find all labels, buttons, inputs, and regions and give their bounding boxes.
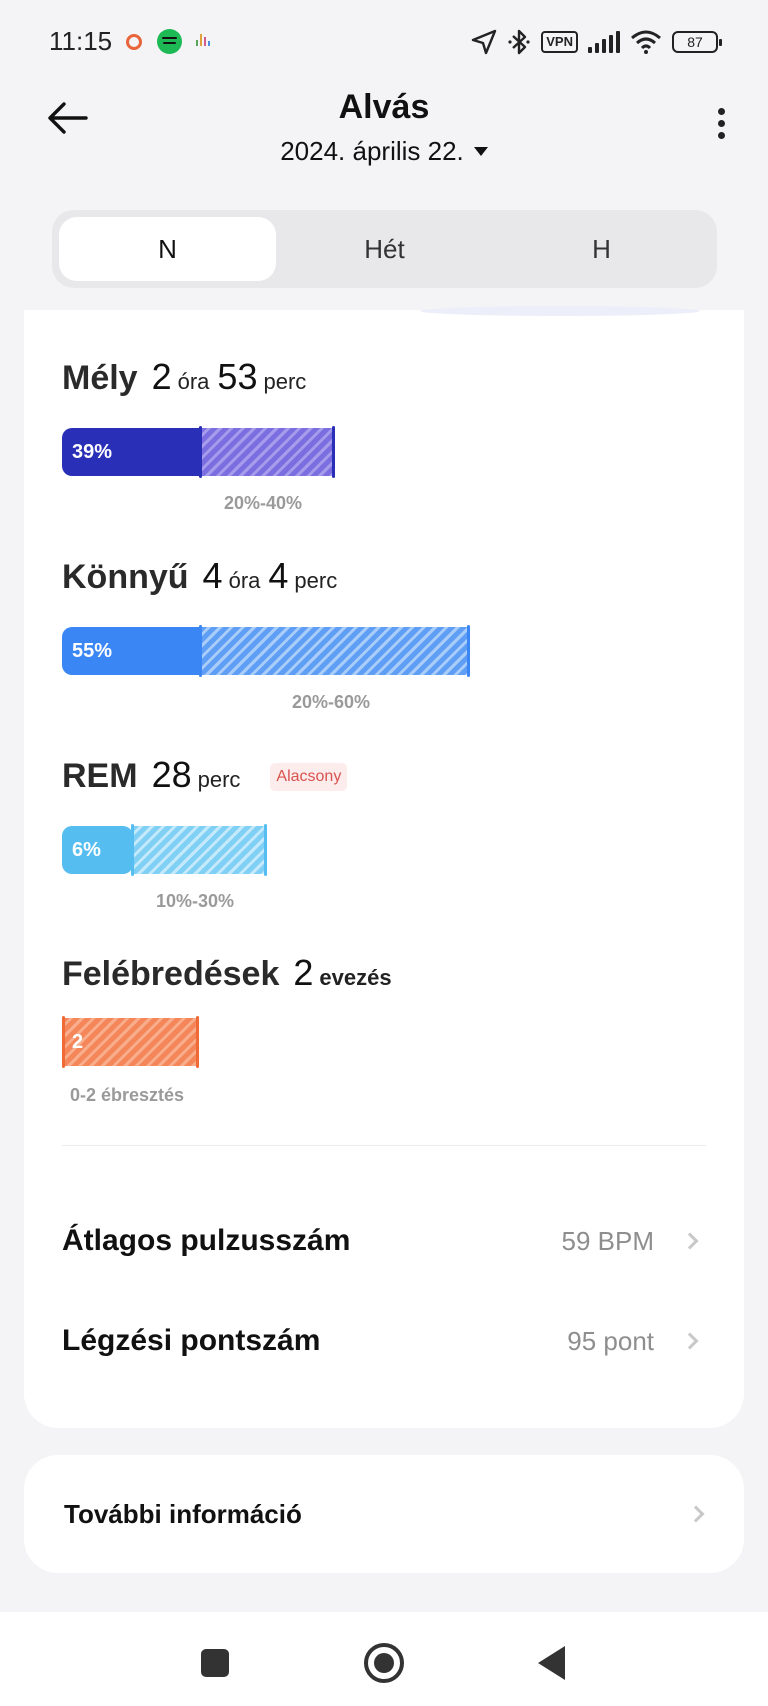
avg-heart-rate-row[interactable]: Átlagos pulzusszám 59 BPM bbox=[62, 1211, 702, 1271]
normal-range-zone bbox=[132, 826, 266, 874]
normal-range-zone bbox=[200, 428, 334, 476]
recents-button[interactable] bbox=[201, 1649, 229, 1677]
minutes-unit: perc bbox=[263, 369, 307, 394]
count-unit: evezés bbox=[319, 965, 392, 990]
card-top-shadow bbox=[420, 306, 700, 316]
stage-name: Felébredések bbox=[62, 955, 280, 993]
date-picker[interactable]: 2024. április 22. bbox=[0, 136, 768, 167]
awakenings-bar: 2 bbox=[62, 1016, 200, 1068]
podcast-icon bbox=[196, 33, 212, 49]
deep-range-label: 20%-40% bbox=[224, 493, 303, 513]
light-range-label: 20%-60% bbox=[292, 692, 371, 712]
chevron-right-icon bbox=[681, 1332, 699, 1350]
rem-sleep-bar: 6% bbox=[62, 824, 268, 876]
stage-name: Mély bbox=[62, 359, 138, 397]
percent-fill: 39% bbox=[62, 428, 201, 476]
hours-value: 4 bbox=[202, 555, 223, 596]
range-start-marker bbox=[199, 426, 202, 478]
status-badge: Alacsony bbox=[270, 763, 348, 791]
system-nav-bar bbox=[0, 1612, 768, 1706]
more-options-icon[interactable] bbox=[714, 108, 728, 142]
count-fill: 2 bbox=[72, 1031, 84, 1053]
date-label: 2024. április 22. bbox=[280, 136, 464, 166]
more-info-card: További információ bbox=[24, 1455, 744, 1573]
percent-fill: 6% bbox=[62, 826, 133, 874]
range-start-marker bbox=[199, 625, 202, 677]
more-info-label: További információ bbox=[64, 1498, 302, 1529]
period-tabs: N Hét H bbox=[52, 210, 717, 288]
normal-range-zone bbox=[200, 627, 470, 675]
tab-week[interactable]: Hét bbox=[276, 217, 493, 281]
range-start-marker bbox=[62, 1016, 65, 1068]
more-info-row[interactable]: További információ bbox=[64, 1455, 708, 1573]
stage-name: REM bbox=[62, 757, 138, 795]
deep-sleep-heading: Mély 2 óra 53 perc bbox=[62, 356, 314, 398]
tab-day[interactable]: N bbox=[59, 217, 276, 281]
spotify-icon bbox=[157, 29, 182, 54]
metric-label: Légzési pontszám bbox=[62, 1324, 321, 1357]
notification-ring-icon bbox=[126, 34, 142, 50]
awakenings-range-label: 0-2 ébresztés bbox=[70, 1085, 185, 1105]
minutes-value: 4 bbox=[268, 555, 289, 596]
stage-name: Könnyű bbox=[62, 558, 189, 596]
range-end-marker bbox=[196, 1016, 199, 1068]
minutes-value: 28 bbox=[151, 754, 192, 795]
range-start-marker bbox=[131, 824, 134, 876]
range-end-marker bbox=[332, 426, 335, 478]
awakenings-heading: Felébredések 2 evezés bbox=[62, 952, 392, 994]
signal-icon bbox=[588, 31, 620, 53]
bluetooth-icon bbox=[508, 29, 530, 55]
minutes-value: 53 bbox=[217, 356, 258, 397]
hours-unit: óra bbox=[228, 568, 261, 593]
minutes-unit: perc bbox=[197, 767, 241, 792]
rem-range-label: 10%-30% bbox=[156, 891, 235, 911]
rem-sleep-heading: REM 28 perc Alacsony bbox=[62, 754, 348, 797]
caret-down-icon bbox=[473, 146, 488, 156]
wifi-icon bbox=[631, 30, 661, 54]
home-button[interactable] bbox=[364, 1643, 404, 1683]
battery-icon: 87 bbox=[672, 31, 722, 53]
status-bar: 11:15 VPN 87 bbox=[0, 0, 768, 84]
nav-back-button[interactable] bbox=[538, 1646, 565, 1680]
light-sleep-bar: 55% bbox=[62, 625, 474, 677]
hours-unit: óra bbox=[177, 369, 210, 394]
chevron-right-icon bbox=[681, 1232, 699, 1250]
location-icon bbox=[472, 29, 497, 55]
status-time: 11:15 bbox=[49, 26, 113, 56]
chevron-right-icon bbox=[687, 1505, 705, 1523]
count-value: 2 bbox=[293, 952, 314, 993]
hours-value: 2 bbox=[151, 356, 172, 397]
deep-sleep-bar: 39% bbox=[62, 426, 336, 478]
range-end-marker bbox=[264, 824, 267, 876]
vpn-icon: VPN bbox=[541, 31, 578, 53]
tab-month[interactable]: H bbox=[493, 217, 710, 281]
breathing-score-row[interactable]: Légzési pontszám 95 pont bbox=[62, 1311, 702, 1371]
percent-fill: 55% bbox=[62, 627, 201, 675]
page-title: Alvás bbox=[338, 88, 430, 126]
metric-value: 59 BPM bbox=[561, 1225, 655, 1256]
light-sleep-heading: Könnyű 4 óra 4 perc bbox=[62, 555, 345, 597]
metric-value: 95 pont bbox=[567, 1325, 654, 1356]
minutes-unit: perc bbox=[294, 568, 338, 593]
range-end-marker bbox=[467, 625, 470, 677]
divider bbox=[62, 1145, 706, 1146]
metric-label: Átlagos pulzusszám bbox=[62, 1224, 351, 1257]
